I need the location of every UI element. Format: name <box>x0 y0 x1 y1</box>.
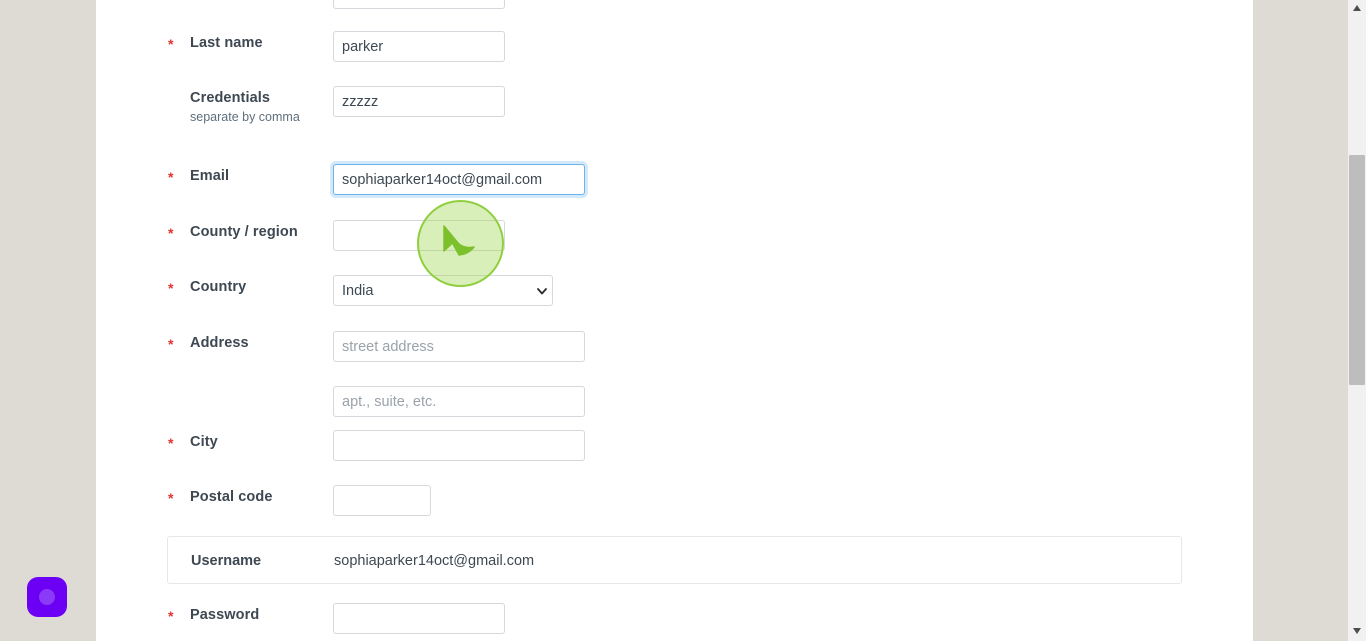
required-asterisk-city: * <box>168 435 174 451</box>
label-email: Email <box>190 168 230 184</box>
input-county-region[interactable] <box>333 220 505 251</box>
required-asterisk-address-street: * <box>168 336 174 352</box>
scrollbar-thumb[interactable] <box>1349 155 1365 385</box>
label-password: Password <box>190 607 260 623</box>
label-last-name: Last name <box>190 35 263 51</box>
label-postal-code: Postal code <box>190 489 273 505</box>
first-name-input-partial[interactable] <box>333 0 505 9</box>
scroll-up-arrow-icon[interactable] <box>1348 0 1366 18</box>
label-credentials: Credentials <box>190 90 271 106</box>
input-city[interactable] <box>333 430 585 461</box>
input-credentials[interactable] <box>333 86 505 117</box>
select-country[interactable]: India <box>333 275 553 306</box>
required-asterisk-email: * <box>168 169 174 185</box>
label-county-region: County / region <box>190 224 298 240</box>
floating-chat-widget-button[interactable] <box>27 577 67 617</box>
required-asterisk-postal-code: * <box>168 490 174 506</box>
chat-widget-dot-icon <box>39 589 55 605</box>
input-address-street[interactable] <box>333 331 585 362</box>
label-city: City <box>190 434 218 450</box>
username-readonly-panel: Username sophiaparker14oct@gmail.com <box>167 536 1182 584</box>
input-last-name[interactable] <box>333 31 505 62</box>
input-postal-code[interactable] <box>333 485 431 516</box>
required-asterisk-country: * <box>168 280 174 296</box>
username-value: sophiaparker14oct@gmail.com <box>334 553 535 569</box>
vertical-scrollbar[interactable] <box>1348 0 1366 641</box>
required-asterisk-password: * <box>168 608 174 624</box>
input-email[interactable] <box>333 164 585 195</box>
required-asterisk-county-region: * <box>168 225 174 241</box>
required-asterisk-last-name: * <box>168 36 174 52</box>
label-address-street: Address <box>190 335 249 351</box>
username-label: Username <box>191 553 262 569</box>
hint-credentials: separate by comma <box>190 110 300 124</box>
browser-viewport: * Last name Credentials separate by comma * E… <box>0 0 1366 641</box>
input-password[interactable] <box>333 603 505 634</box>
label-country: Country <box>190 279 247 295</box>
form-page-sheet: * Last name Credentials separate by comma * E… <box>96 0 1253 641</box>
scroll-down-arrow-icon[interactable] <box>1348 623 1366 641</box>
input-address-apt[interactable] <box>333 386 585 417</box>
